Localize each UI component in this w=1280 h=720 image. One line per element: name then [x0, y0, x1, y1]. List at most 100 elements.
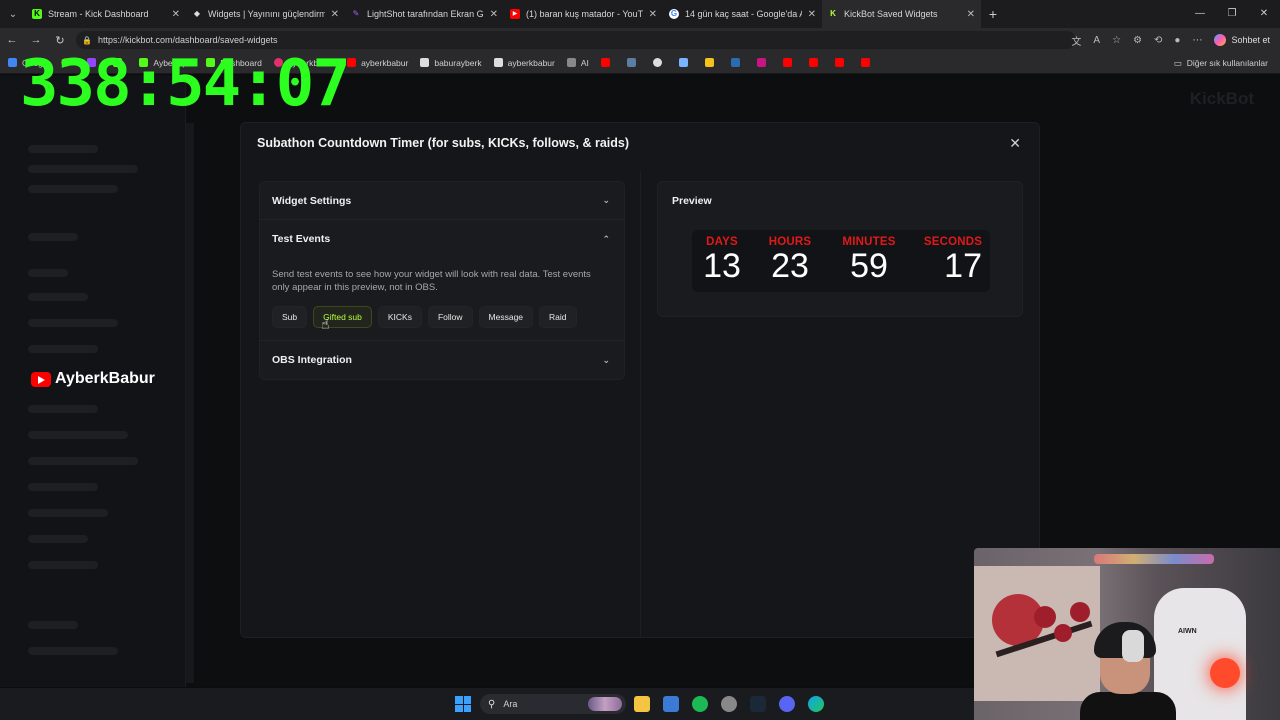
- lamp: [1210, 658, 1240, 688]
- bookmark-icon-only[interactable]: [678, 58, 693, 67]
- test-raid-button[interactable]: Raid: [539, 306, 577, 328]
- bookmark-icon-only[interactable]: [626, 58, 641, 67]
- bookmark-icon-only[interactable]: [808, 58, 823, 67]
- kickbot-favicon-icon: K: [830, 9, 836, 18]
- browser-tab[interactable]: ◆ Widgets | Yayınını güçlendirmek i ✕: [186, 0, 345, 28]
- tab-title: Stream - Kick Dashboard: [48, 9, 149, 19]
- window-controls: — ❐ ✕: [1184, 0, 1280, 28]
- bookmark-item[interactable]: ayberkbabur: [493, 58, 555, 68]
- bookmark-item[interactable]: baburayberk: [420, 58, 482, 68]
- tab-title: LightShot tarafından Ekran Görün: [367, 9, 484, 19]
- bookmark-icon-only[interactable]: [756, 58, 771, 67]
- search-icon: ⚲: [488, 698, 496, 710]
- preview-title: Preview: [672, 195, 712, 207]
- youtube-icon: [860, 58, 870, 67]
- bookmark-icon-only[interactable]: [860, 58, 875, 67]
- discord-icon[interactable]: [779, 696, 795, 712]
- youtube-icon: [600, 58, 610, 67]
- tab-title: KickBot Saved Widgets: [844, 9, 938, 19]
- close-icon[interactable]: ✕: [1009, 135, 1021, 152]
- steam-icon[interactable]: [750, 696, 766, 712]
- toolbar-actions: 文 A ☆ ⚙ ⟲ ● ⋯ Sohbet et: [1071, 28, 1270, 52]
- bookmark-icon-only[interactable]: [600, 58, 615, 67]
- google-icon: [8, 58, 17, 67]
- bookmark-icon-only[interactable]: [704, 58, 719, 67]
- taskbar: ⚲ Ara: [0, 688, 974, 720]
- spotify-icon[interactable]: [692, 696, 708, 712]
- site-icon: [756, 58, 766, 67]
- close-window-icon[interactable]: ✕: [1248, 0, 1280, 28]
- copilot-icon: [1214, 34, 1227, 46]
- more-menu-icon[interactable]: ⋯: [1192, 35, 1202, 46]
- test-events-panel: Send test events to see how your widget …: [260, 258, 624, 341]
- test-message-button[interactable]: Message: [478, 306, 534, 328]
- minimize-icon[interactable]: —: [1184, 0, 1216, 28]
- test-sub-button[interactable]: Sub: [272, 306, 308, 328]
- tab-close-icon[interactable]: ✕: [808, 9, 816, 20]
- translate-icon[interactable]: 文: [1071, 33, 1081, 48]
- history-icon[interactable]: ⟲: [1154, 35, 1162, 46]
- obs-icon[interactable]: [721, 696, 737, 712]
- widgets-favicon-icon: ◆: [193, 9, 201, 18]
- browser-tab[interactable]: K Stream - Kick Dashboard ✕: [26, 0, 186, 28]
- tab-close-icon[interactable]: ✕: [649, 9, 657, 20]
- new-tab-icon[interactable]: +: [981, 6, 1005, 22]
- obs-integration-header[interactable]: OBS Integration ⌄: [260, 341, 624, 379]
- gemini-icon: [678, 58, 688, 67]
- tab-close-icon[interactable]: ✕: [172, 9, 180, 20]
- taskbar-search[interactable]: ⚲ Ara: [480, 694, 626, 714]
- test-events-description: Send test events to see how your widget …: [272, 269, 591, 293]
- read-aloud-icon[interactable]: A: [1093, 35, 1100, 46]
- test-kicks-button[interactable]: KICKs: [377, 306, 422, 328]
- tab-close-icon[interactable]: ✕: [331, 9, 339, 20]
- site-icon: [626, 58, 636, 67]
- github-icon: [652, 58, 662, 67]
- countdown-timer: DAYS 13 HOURS 23 MINUTES 59 SECONDS 17: [692, 230, 990, 292]
- file-explorer-icon[interactable]: [634, 696, 650, 712]
- bookmark-icon-only[interactable]: [782, 58, 797, 67]
- bookmark-item[interactable]: AI: [566, 58, 589, 68]
- start-menu-icon[interactable]: [455, 696, 471, 712]
- sidebar-scrollbar[interactable]: [186, 123, 194, 683]
- tab-title: (1) baran kuş matador - YouTube: [526, 9, 643, 19]
- edge-icon[interactable]: [808, 696, 824, 712]
- profile-icon[interactable]: ●: [1174, 35, 1180, 46]
- browser-tab[interactable]: ✎ LightShot tarafından Ekran Görün ✕: [345, 0, 504, 28]
- youtube-icon: [808, 58, 818, 67]
- other-bookmarks-label: Diğer sık kullanılanlar: [1186, 58, 1268, 68]
- bookmark-icon-only[interactable]: [834, 58, 849, 67]
- kick-favicon-icon: K: [32, 9, 42, 19]
- timer-minutes: MINUTES 59: [834, 236, 904, 283]
- browser-tab-active[interactable]: K KickBot Saved Widgets ✕: [822, 0, 981, 28]
- test-follow-button[interactable]: Follow: [427, 306, 473, 328]
- browser-tab[interactable]: ▶ (1) baran kuş matador - YouTube ✕: [504, 0, 663, 28]
- lightshot-favicon-icon: ✎: [352, 9, 360, 18]
- copilot-button[interactable]: Sohbet et: [1214, 34, 1270, 46]
- favorite-star-icon[interactable]: ☆: [1112, 35, 1121, 46]
- hours-value: 23: [771, 247, 809, 285]
- timer-hours: HOURS 23: [760, 236, 820, 283]
- browser-tab[interactable]: G 14 gün kaç saat - Google'da Ara ✕: [663, 0, 822, 28]
- bookmark-item[interactable]: ayberkbabur: [347, 58, 408, 68]
- tab-actions-menu-icon[interactable]: ⌄: [0, 0, 26, 28]
- forward-icon[interactable]: →: [24, 34, 48, 46]
- reload-icon[interactable]: ↻: [48, 34, 72, 47]
- test-events-header[interactable]: Test Events ⌃: [260, 220, 624, 258]
- bookmark-icon-only[interactable]: [730, 58, 745, 67]
- bookmark-icon-only[interactable]: [652, 58, 667, 67]
- tab-title: 14 gün kaç saat - Google'da Ara: [685, 9, 802, 19]
- ai-folder-icon: [566, 58, 576, 67]
- kickbot-brand: KickBot: [1189, 89, 1254, 108]
- back-icon[interactable]: ←: [0, 34, 24, 46]
- chevron-down-icon: ⌄: [602, 195, 610, 205]
- tab-close-icon[interactable]: ✕: [490, 9, 498, 20]
- restore-icon[interactable]: ❐: [1216, 0, 1248, 28]
- settings-accordion: Widget Settings ⌄ Test Events ⌃ Send tes…: [259, 181, 625, 380]
- tab-close-icon[interactable]: ✕: [967, 9, 975, 20]
- channel-tag: AyberkBabur: [31, 370, 155, 388]
- store-icon[interactable]: [663, 696, 679, 712]
- extensions-icon[interactable]: ⚙: [1133, 35, 1142, 46]
- chevron-up-icon: ⌃: [602, 233, 610, 244]
- widget-settings-header[interactable]: Widget Settings ⌄: [260, 182, 624, 220]
- other-bookmarks[interactable]: ▭ Diğer sık kullanılanlar: [1174, 52, 1268, 74]
